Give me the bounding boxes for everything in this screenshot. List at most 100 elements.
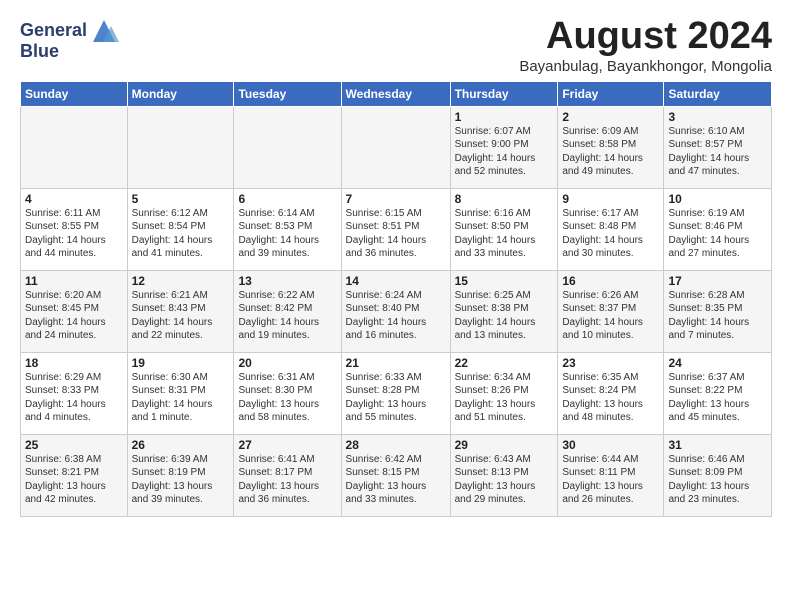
day-number: 6 [238,192,336,206]
day-cell-16: 13Sunrise: 6:22 AMSunset: 8:42 PMDayligh… [234,270,341,352]
day-info: Sunrise: 6:20 AMSunset: 8:45 PMDaylight:… [25,289,123,343]
day-number: 10 [668,192,767,206]
col-tuesday: Tuesday [234,81,341,106]
day-cell-20: 17Sunrise: 6:28 AMSunset: 8:35 PMDayligh… [664,270,772,352]
week-row-1: 1Sunrise: 6:07 AMSunset: 9:00 PMDaylight… [21,106,772,188]
day-cell-24: 21Sunrise: 6:33 AMSunset: 8:28 PMDayligh… [341,352,450,434]
header: General Blue August 2024 Bayanbulag, Bay… [20,16,772,75]
day-cell-21: 18Sunrise: 6:29 AMSunset: 8:33 PMDayligh… [21,352,128,434]
day-info: Sunrise: 6:07 AMSunset: 9:00 PMDaylight:… [455,125,554,179]
day-number: 8 [455,192,554,206]
day-number: 7 [346,192,446,206]
day-info: Sunrise: 6:11 AMSunset: 8:55 PMDaylight:… [25,207,123,261]
day-number: 14 [346,274,446,288]
day-number: 18 [25,356,123,370]
day-cell-8: 5Sunrise: 6:12 AMSunset: 8:54 PMDaylight… [127,188,234,270]
week-row-3: 11Sunrise: 6:20 AMSunset: 8:45 PMDayligh… [21,270,772,352]
day-info: Sunrise: 6:34 AMSunset: 8:26 PMDaylight:… [455,371,554,425]
day-number: 19 [132,356,230,370]
day-number: 20 [238,356,336,370]
day-cell-7: 4Sunrise: 6:11 AMSunset: 8:55 PMDaylight… [21,188,128,270]
day-number: 9 [562,192,659,206]
col-sunday: Sunday [21,81,128,106]
day-number: 12 [132,274,230,288]
day-info: Sunrise: 6:41 AMSunset: 8:17 PMDaylight:… [238,453,336,507]
location-subtitle: Bayanbulag, Bayankhongor, Mongolia [519,58,772,75]
day-info: Sunrise: 6:09 AMSunset: 8:58 PMDaylight:… [562,125,659,179]
day-info: Sunrise: 6:26 AMSunset: 8:37 PMDaylight:… [562,289,659,343]
col-thursday: Thursday [450,81,558,106]
day-number: 24 [668,356,767,370]
day-number: 23 [562,356,659,370]
day-info: Sunrise: 6:29 AMSunset: 8:33 PMDaylight:… [25,371,123,425]
day-info: Sunrise: 6:28 AMSunset: 8:35 PMDaylight:… [668,289,767,343]
day-info: Sunrise: 6:10 AMSunset: 8:57 PMDaylight:… [668,125,767,179]
day-number: 1 [455,110,554,124]
day-info: Sunrise: 6:17 AMSunset: 8:48 PMDaylight:… [562,207,659,261]
day-number: 16 [562,274,659,288]
week-row-5: 25Sunrise: 6:38 AMSunset: 8:21 PMDayligh… [21,434,772,516]
day-cell-5: 2Sunrise: 6:09 AMSunset: 8:58 PMDaylight… [558,106,664,188]
day-cell-19: 16Sunrise: 6:26 AMSunset: 8:37 PMDayligh… [558,270,664,352]
day-info: Sunrise: 6:31 AMSunset: 8:30 PMDaylight:… [238,371,336,425]
day-info: Sunrise: 6:14 AMSunset: 8:53 PMDaylight:… [238,207,336,261]
day-cell-26: 23Sunrise: 6:35 AMSunset: 8:24 PMDayligh… [558,352,664,434]
col-saturday: Saturday [664,81,772,106]
day-info: Sunrise: 6:33 AMSunset: 8:28 PMDaylight:… [346,371,446,425]
col-monday: Monday [127,81,234,106]
day-number: 2 [562,110,659,124]
day-info: Sunrise: 6:42 AMSunset: 8:15 PMDaylight:… [346,453,446,507]
day-info: Sunrise: 6:15 AMSunset: 8:51 PMDaylight:… [346,207,446,261]
day-cell-10: 7Sunrise: 6:15 AMSunset: 8:51 PMDaylight… [341,188,450,270]
page: General Blue August 2024 Bayanbulag, Bay… [0,0,792,527]
day-number: 29 [455,438,554,452]
day-number: 13 [238,274,336,288]
day-cell-3 [341,106,450,188]
day-info: Sunrise: 6:37 AMSunset: 8:22 PMDaylight:… [668,371,767,425]
day-number: 31 [668,438,767,452]
day-info: Sunrise: 6:44 AMSunset: 8:11 PMDaylight:… [562,453,659,507]
day-cell-27: 24Sunrise: 6:37 AMSunset: 8:22 PMDayligh… [664,352,772,434]
logo: General Blue [20,16,119,62]
day-number: 21 [346,356,446,370]
col-wednesday: Wednesday [341,81,450,106]
day-number: 25 [25,438,123,452]
col-friday: Friday [558,81,664,106]
day-number: 15 [455,274,554,288]
day-cell-29: 26Sunrise: 6:39 AMSunset: 8:19 PMDayligh… [127,434,234,516]
day-info: Sunrise: 6:16 AMSunset: 8:50 PMDaylight:… [455,207,554,261]
day-cell-28: 25Sunrise: 6:38 AMSunset: 8:21 PMDayligh… [21,434,128,516]
logo-general-text: General [20,21,87,41]
month-title: August 2024 [519,16,772,58]
day-number: 26 [132,438,230,452]
day-info: Sunrise: 6:38 AMSunset: 8:21 PMDaylight:… [25,453,123,507]
day-cell-32: 29Sunrise: 6:43 AMSunset: 8:13 PMDayligh… [450,434,558,516]
day-cell-31: 28Sunrise: 6:42 AMSunset: 8:15 PMDayligh… [341,434,450,516]
day-number: 11 [25,274,123,288]
day-number: 3 [668,110,767,124]
day-info: Sunrise: 6:12 AMSunset: 8:54 PMDaylight:… [132,207,230,261]
week-row-2: 4Sunrise: 6:11 AMSunset: 8:55 PMDaylight… [21,188,772,270]
day-cell-34: 31Sunrise: 6:46 AMSunset: 8:09 PMDayligh… [664,434,772,516]
day-number: 5 [132,192,230,206]
day-cell-22: 19Sunrise: 6:30 AMSunset: 8:31 PMDayligh… [127,352,234,434]
day-cell-11: 8Sunrise: 6:16 AMSunset: 8:50 PMDaylight… [450,188,558,270]
day-cell-6: 3Sunrise: 6:10 AMSunset: 8:57 PMDaylight… [664,106,772,188]
day-cell-23: 20Sunrise: 6:31 AMSunset: 8:30 PMDayligh… [234,352,341,434]
day-cell-12: 9Sunrise: 6:17 AMSunset: 8:48 PMDaylight… [558,188,664,270]
day-cell-2 [234,106,341,188]
day-number: 4 [25,192,123,206]
day-cell-14: 11Sunrise: 6:20 AMSunset: 8:45 PMDayligh… [21,270,128,352]
day-info: Sunrise: 6:22 AMSunset: 8:42 PMDaylight:… [238,289,336,343]
day-info: Sunrise: 6:24 AMSunset: 8:40 PMDaylight:… [346,289,446,343]
day-cell-18: 15Sunrise: 6:25 AMSunset: 8:38 PMDayligh… [450,270,558,352]
title-block: August 2024 Bayanbulag, Bayankhongor, Mo… [519,16,772,75]
day-info: Sunrise: 6:21 AMSunset: 8:43 PMDaylight:… [132,289,230,343]
day-number: 27 [238,438,336,452]
day-info: Sunrise: 6:35 AMSunset: 8:24 PMDaylight:… [562,371,659,425]
day-info: Sunrise: 6:19 AMSunset: 8:46 PMDaylight:… [668,207,767,261]
day-cell-13: 10Sunrise: 6:19 AMSunset: 8:46 PMDayligh… [664,188,772,270]
day-number: 17 [668,274,767,288]
day-info: Sunrise: 6:25 AMSunset: 8:38 PMDaylight:… [455,289,554,343]
day-number: 22 [455,356,554,370]
